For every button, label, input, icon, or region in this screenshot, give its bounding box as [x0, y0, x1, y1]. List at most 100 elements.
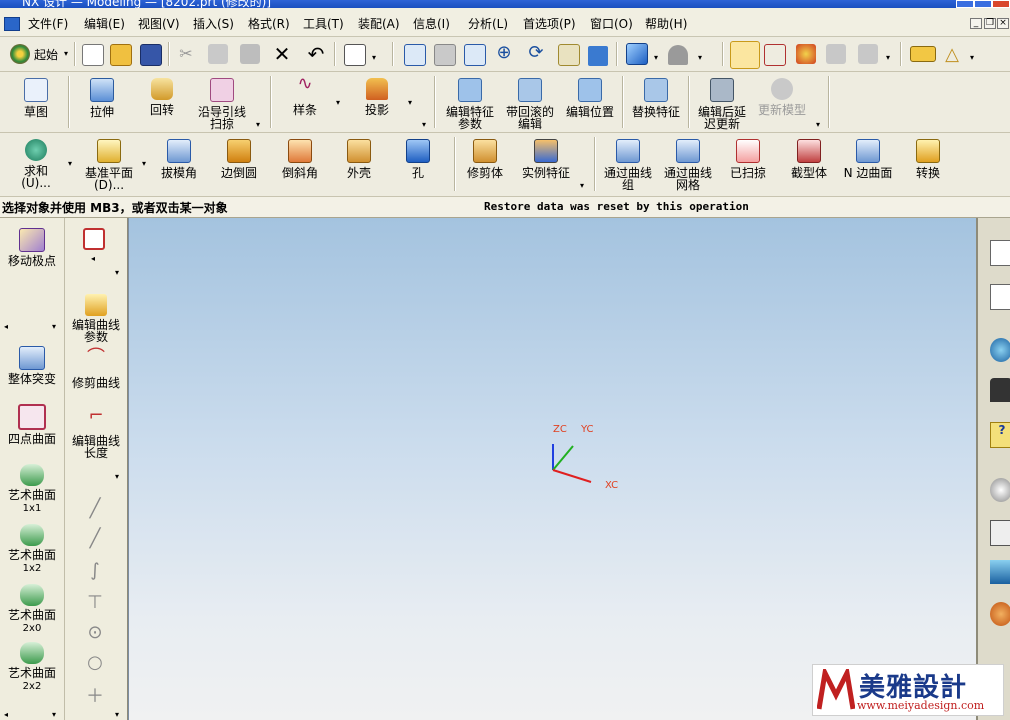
trim-curve-button[interactable]: ⌒ 修剪曲线	[65, 349, 127, 390]
start-dropdown-arrow[interactable]: ▾	[64, 49, 68, 58]
shell-button[interactable]: 外壳	[336, 139, 382, 179]
studio-surface-2x0-button[interactable]: 艺术曲面 2x0	[0, 584, 64, 635]
measure-distance-icon[interactable]	[910, 46, 936, 62]
zoom-in-out-icon[interactable]: ⊕	[494, 42, 514, 63]
datum-plane-button[interactable]: 基准平面 (D)...	[80, 139, 138, 191]
swept-button[interactable]: 已扫掠	[724, 139, 772, 179]
graphics-window[interactable]: ZC YC XC	[128, 218, 977, 720]
assembly-navigator-icon[interactable]	[990, 240, 1010, 266]
edge-blend-button[interactable]: 边倒圆	[214, 139, 264, 179]
menu-view[interactable]: 视图(V)	[138, 15, 180, 32]
studio-surface-1x2-button[interactable]: 艺术曲面 1x2	[0, 524, 64, 575]
spline-button[interactable]: ∿ 样条	[282, 75, 328, 117]
shaded-view-icon[interactable]	[588, 46, 608, 66]
through-curve-mesh-button[interactable]: 通过曲线 网格	[660, 139, 716, 191]
show-hide-dropdown-arrow[interactable]: ▾	[886, 53, 890, 62]
point-constructor-icon[interactable]	[83, 228, 105, 250]
open-folder-icon[interactable]	[110, 44, 132, 66]
render-style-dropdown-arrow[interactable]: ▾	[654, 53, 658, 62]
save-icon[interactable]	[140, 44, 162, 66]
global-shaping-button[interactable]: 整体突变	[0, 346, 64, 385]
menu-analysis[interactable]: 分析(L)	[468, 15, 508, 32]
edit-feature-parameters-button[interactable]: 编辑特征 参数	[442, 78, 498, 130]
edit-curve-parameters-button[interactable]: 编辑曲线 参数	[65, 294, 127, 343]
sweep-along-guide-button[interactable]: 沿导引线 扫掠	[192, 78, 252, 130]
paste-icon[interactable]	[240, 44, 260, 64]
close-window-button[interactable]	[992, 0, 1010, 8]
update-model-button[interactable]: 更新模型	[754, 78, 810, 116]
menu-window[interactable]: 窗口(O)	[590, 15, 633, 32]
menu-preferences[interactable]: 首选项(P)	[523, 15, 576, 32]
mdi-close-button[interactable]: ×	[997, 18, 1009, 29]
unite-button[interactable]: 求和 (U)...	[8, 139, 64, 189]
copy-icon[interactable]	[208, 44, 228, 64]
through-curves-button[interactable]: 通过曲线 组	[600, 139, 656, 191]
selection-filter-icon[interactable]	[796, 44, 816, 64]
reuse-library-icon[interactable]	[990, 520, 1010, 546]
panel-scroll-down[interactable]: ▾	[52, 322, 56, 331]
information-icon[interactable]	[344, 44, 366, 66]
revolve-button[interactable]: 回转	[136, 78, 188, 116]
mdi-restore-button[interactable]: ❐	[984, 18, 996, 29]
select-geometry-icon[interactable]	[730, 41, 760, 69]
four-point-surface-button[interactable]: 四点曲面	[0, 404, 64, 445]
cut-icon[interactable]: ✂	[176, 44, 196, 64]
undo-icon[interactable]: ↶	[306, 42, 326, 66]
arc-point-icon[interactable]: ⊤	[85, 592, 105, 613]
menu-assembly[interactable]: 装配(A)	[358, 15, 400, 32]
menu-tools[interactable]: 工具(T)	[303, 15, 344, 32]
measure-angle-icon[interactable]: △	[942, 44, 962, 65]
menu-format[interactable]: 格式(R)	[248, 15, 290, 32]
zoom-window-icon[interactable]	[434, 44, 456, 66]
panel2-scroll-down-2[interactable]: ▾	[115, 472, 119, 481]
view-orientation-icon[interactable]	[668, 45, 688, 65]
history-icon[interactable]	[990, 478, 1010, 502]
section-body-button[interactable]: 截型体	[784, 139, 834, 179]
rotate-icon[interactable]: ⟳	[526, 42, 546, 63]
edit-with-rollback-button[interactable]: 带回滚的 编辑	[502, 78, 558, 130]
delayed-update-button[interactable]: 编辑后延 迟更新	[694, 78, 750, 130]
app-icon[interactable]	[4, 17, 20, 31]
panel2-scroll-down-3[interactable]: ▾	[115, 710, 119, 719]
show-icon[interactable]	[858, 44, 878, 64]
draft-button[interactable]: 拔模角	[156, 139, 202, 179]
menu-help[interactable]: 帮助(H)	[645, 15, 687, 32]
move-pole-button[interactable]: 移动极点	[0, 228, 64, 267]
instance-feature-button[interactable]: 实例特征	[518, 139, 574, 179]
panel-scroll-down-bottom[interactable]: ▾	[52, 710, 56, 719]
line-point-icon[interactable]: ╱	[85, 528, 105, 549]
fit-view-icon[interactable]	[404, 44, 426, 66]
circle-center-icon[interactable]: ⊙	[85, 622, 105, 643]
trim-body-button[interactable]: 修剪体	[462, 139, 508, 179]
project-button[interactable]: 投影	[352, 78, 402, 116]
edit-curve-length-button[interactable]: ⌐ 编辑曲线 长度	[65, 407, 127, 460]
extrude-button[interactable]: 拉伸	[76, 78, 128, 118]
part-navigator-icon[interactable]	[990, 284, 1010, 310]
edit-positioning-button[interactable]: 编辑位置	[562, 78, 618, 118]
arc-icon[interactable]: ∫	[85, 560, 105, 581]
convert-button[interactable]: 转换	[906, 139, 950, 179]
information-dropdown-arrow[interactable]: ▾	[372, 53, 376, 62]
studio-surface-1x1-button[interactable]: 艺术曲面 1x1	[0, 464, 64, 515]
panel-scroll-left-bottom[interactable]: ◂	[4, 710, 8, 719]
start-button[interactable]: 起始	[34, 46, 58, 63]
zoom-icon[interactable]	[464, 44, 486, 66]
panel2-scroll-down[interactable]: ▾	[115, 268, 119, 277]
hole-button[interactable]: 孔	[398, 139, 438, 179]
mdi-minimize-button[interactable]: _	[970, 18, 982, 29]
menu-info[interactable]: 信息(I)	[413, 15, 450, 32]
view-orientation-dropdown-arrow[interactable]: ▾	[698, 53, 702, 62]
replace-feature-button[interactable]: 替换特征	[628, 78, 684, 118]
delete-icon[interactable]: ✕	[272, 42, 292, 66]
circle-icon[interactable]: ○	[85, 652, 105, 673]
sketch-button[interactable]: 草图	[10, 78, 62, 118]
panel-scroll-left[interactable]: ◂	[4, 322, 8, 331]
new-file-icon[interactable]	[82, 44, 104, 66]
render-style-icon[interactable]	[626, 43, 648, 65]
maximize-window-button[interactable]	[974, 0, 992, 8]
line-icon[interactable]: ╱	[85, 498, 105, 519]
training-icon[interactable]	[990, 378, 1010, 402]
menu-file[interactable]: 文件(F)	[28, 15, 68, 32]
menu-insert[interactable]: 插入(S)	[193, 15, 234, 32]
point-icon[interactable]: ＋	[85, 682, 105, 707]
